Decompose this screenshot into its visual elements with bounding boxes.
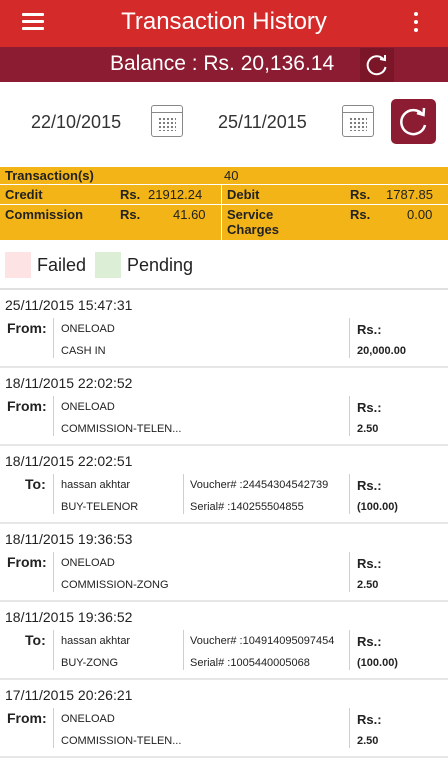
currency-label: Rs.: bbox=[357, 634, 382, 649]
transaction-type: COMMISSION-ZONG bbox=[61, 579, 169, 591]
direction-label: From: bbox=[7, 554, 47, 570]
party-name: hassan akhtar bbox=[61, 635, 131, 647]
transaction-timestamp: 25/11/2015 15:47:31 bbox=[5, 297, 133, 313]
transaction-amount: 2.50 bbox=[357, 423, 379, 435]
pending-legend-label: Pending bbox=[127, 255, 194, 275]
transaction-amount: (100.00) bbox=[357, 657, 398, 669]
refresh-button[interactable] bbox=[391, 99, 436, 144]
currency-label: Rs.: bbox=[357, 712, 382, 727]
commission-value: 41.60 bbox=[173, 207, 206, 222]
commission-currency: Rs. bbox=[120, 207, 141, 222]
debit-currency: Rs. bbox=[350, 187, 371, 202]
page-title: Transaction History bbox=[121, 8, 327, 35]
date-range: 22/10/2015 25/11/2015 bbox=[0, 82, 448, 167]
party-name: ONELOAD bbox=[61, 713, 115, 725]
transaction-type: COMMISSION-TELEN... bbox=[61, 735, 182, 747]
transaction-item[interactable]: 17/11/2015 20:26:21 From: ONELOAD COMMIS… bbox=[0, 680, 448, 758]
balance-text: Balance : Rs. 20,136.14 bbox=[110, 52, 335, 75]
transaction-amount: 20,000.00 bbox=[357, 345, 406, 357]
direction-label: To: bbox=[25, 632, 46, 648]
direction-label: From: bbox=[7, 398, 47, 414]
credit-value: 21912.24 bbox=[148, 187, 203, 202]
to-date-field[interactable]: 25/11/2015 bbox=[218, 112, 307, 133]
failed-swatch bbox=[5, 252, 31, 278]
from-date-field[interactable]: 22/10/2015 bbox=[31, 112, 121, 133]
service-charges-label: Charges bbox=[227, 222, 280, 237]
transaction-item[interactable]: 18/11/2015 22:02:52 From: ONELOAD COMMIS… bbox=[0, 368, 448, 446]
service-currency: Rs. bbox=[350, 207, 371, 222]
transaction-timestamp: 18/11/2015 19:36:52 bbox=[5, 609, 133, 625]
transaction-timestamp: 18/11/2015 19:36:53 bbox=[5, 531, 133, 547]
transactions-count: 40 bbox=[224, 168, 239, 183]
transaction-timestamp: 18/11/2015 22:02:51 bbox=[5, 453, 133, 469]
credit-currency: Rs. bbox=[120, 187, 141, 202]
serial-number: Serial# :140255504855 bbox=[190, 501, 304, 513]
overflow-menu-icon[interactable] bbox=[414, 12, 418, 36]
service-value: 0.00 bbox=[407, 207, 433, 222]
currency-label: Rs.: bbox=[357, 322, 382, 337]
party-name: ONELOAD bbox=[61, 401, 115, 413]
transactions-row: Transaction(s) 40 bbox=[0, 167, 448, 185]
direction-label: From: bbox=[7, 320, 47, 336]
transaction-list: 25/11/2015 15:47:31 From: ONELOAD CASH I… bbox=[0, 288, 448, 758]
transaction-item[interactable]: 18/11/2015 22:02:51 To: hassan akhtar BU… bbox=[0, 446, 448, 524]
transaction-item[interactable]: 18/11/2015 19:36:52 To: hassan akhtar BU… bbox=[0, 602, 448, 680]
balance-bar: Balance : Rs. 20,136.14 bbox=[0, 47, 448, 82]
service-charges-label: Service bbox=[227, 207, 274, 222]
balance-refresh-button[interactable] bbox=[360, 48, 394, 82]
debit-label: Debit bbox=[227, 187, 260, 202]
transaction-type: CASH IN bbox=[61, 345, 106, 357]
pending-swatch bbox=[95, 252, 121, 278]
transaction-timestamp: 18/11/2015 22:02:52 bbox=[5, 375, 133, 391]
transaction-item[interactable]: 18/11/2015 19:36:53 From: ONELOAD COMMIS… bbox=[0, 524, 448, 602]
transaction-timestamp: 17/11/2015 20:26:21 bbox=[5, 687, 133, 703]
voucher-number: Voucher# :104914095097454 bbox=[190, 635, 335, 647]
failed-legend-label: Failed bbox=[37, 255, 87, 275]
currency-label: Rs.: bbox=[357, 478, 382, 493]
direction-label: From: bbox=[7, 710, 47, 726]
refresh-icon bbox=[400, 107, 427, 136]
direction-label: To: bbox=[25, 476, 46, 492]
transaction-type: COMMISSION-TELEN... bbox=[61, 423, 182, 435]
transaction-type: BUY-ZONG bbox=[61, 657, 119, 669]
party-name: ONELOAD bbox=[61, 323, 115, 335]
transaction-type: BUY-TELENOR bbox=[61, 501, 139, 513]
currency-label: Rs.: bbox=[357, 556, 382, 571]
commission-label: Commission bbox=[5, 207, 84, 222]
calendar-icon[interactable] bbox=[151, 105, 183, 137]
calendar-icon[interactable] bbox=[342, 105, 374, 137]
summary-panel: Transaction(s) 40 Credit Rs. 21912.24 De… bbox=[0, 167, 448, 240]
transactions-label: Transaction(s) bbox=[5, 168, 94, 183]
app-bar: Transaction History bbox=[0, 0, 448, 47]
credit-label: Credit bbox=[5, 187, 43, 202]
refresh-icon bbox=[366, 55, 387, 76]
serial-number: Serial# :1005440005068 bbox=[190, 657, 310, 669]
debit-value: 1787.85 bbox=[386, 187, 433, 202]
transaction-amount: 2.50 bbox=[357, 579, 379, 591]
currency-label: Rs.: bbox=[357, 400, 382, 415]
party-name: ONELOAD bbox=[61, 557, 115, 569]
status-legend: Failed Pending bbox=[0, 240, 448, 288]
transaction-item[interactable]: 25/11/2015 15:47:31 From: ONELOAD CASH I… bbox=[0, 290, 448, 368]
voucher-number: Voucher# :24454304542739 bbox=[190, 479, 329, 491]
party-name: hassan akhtar bbox=[61, 479, 131, 491]
transaction-amount: (100.00) bbox=[357, 501, 398, 513]
transaction-amount: 2.50 bbox=[357, 735, 379, 747]
